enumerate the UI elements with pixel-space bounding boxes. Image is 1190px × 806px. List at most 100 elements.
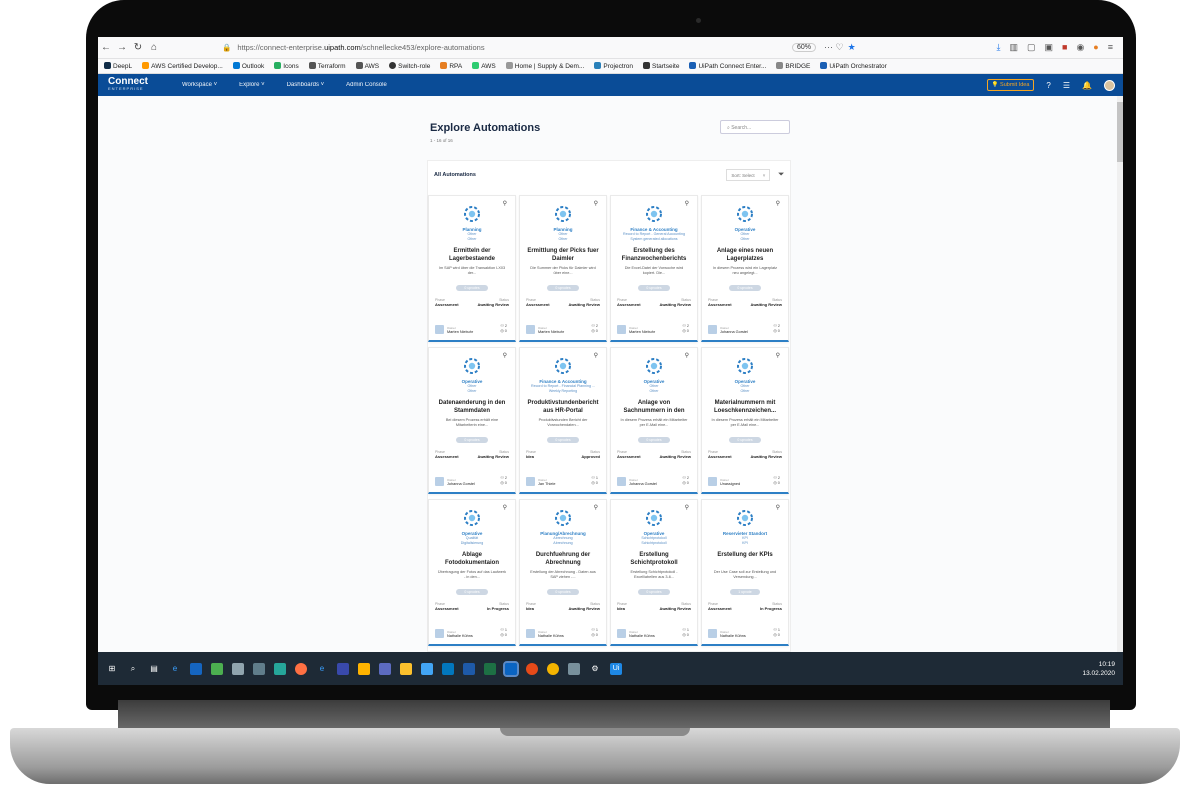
card-subcategory: Other — [558, 237, 568, 241]
pin-icon[interactable]: ⚲ — [685, 352, 689, 359]
account-icon[interactable]: ◉ — [1076, 42, 1084, 53]
uipath-studio-icon[interactable]: Ui — [610, 662, 622, 675]
forward-icon[interactable]: → — [114, 42, 130, 53]
bookmark-item[interactable]: Startseite — [643, 62, 679, 70]
pin-icon[interactable]: ⚲ — [685, 200, 689, 207]
system-clock[interactable]: 10:19 13.02.2020 — [1082, 660, 1123, 678]
bookmark-item[interactable]: UiPath Connect Enter... — [689, 62, 766, 70]
automation-card[interactable]: ⚲ Planung/Abrechnung Abrechnung Abrechnu… — [519, 499, 607, 646]
bookmark-item[interactable]: AWS Certified Develop... — [142, 62, 223, 70]
bookmark-item[interactable]: AWS — [355, 62, 379, 70]
bookmark-item[interactable]: Outlook — [232, 62, 264, 70]
automation-card[interactable]: ⚲ Operative Other Other Datenaenderung i… — [428, 347, 516, 494]
page-actions-icon[interactable]: ··· ♡ — [824, 42, 844, 53]
app-icon[interactable] — [379, 662, 391, 675]
menu-admin-console[interactable]: Admin Console — [346, 82, 387, 88]
automation-card[interactable]: ⚲ Operative Schichtprotokoll Schichtprot… — [610, 499, 698, 646]
word-icon[interactable] — [463, 662, 475, 675]
menu-icon[interactable]: ≡ — [1108, 42, 1113, 53]
automation-card[interactable]: ⚲ Operative Other Other Anlage von Sachn… — [610, 347, 698, 494]
addon-icon[interactable]: ● — [1093, 42, 1098, 53]
chevron-down-icon: ˅ — [762, 173, 766, 178]
page-scrollbar[interactable] — [1117, 96, 1123, 652]
screenshot-icon[interactable]: ▣ — [1044, 42, 1053, 53]
avatar — [526, 629, 535, 638]
pin-icon[interactable]: ⚲ — [776, 200, 780, 207]
bookmark-item[interactable]: DeepL — [104, 62, 132, 70]
bookmark-item[interactable]: RPA — [440, 62, 462, 70]
back-icon[interactable]: ← — [98, 42, 114, 53]
app-icon[interactable] — [337, 662, 349, 675]
zoom-indicator[interactable]: 60% — [792, 43, 817, 52]
task-view-icon[interactable]: ▤ — [148, 663, 160, 675]
download-icon[interactable]: ⤓ — [996, 42, 1000, 53]
tasks-icon[interactable]: ☰ — [1063, 81, 1070, 90]
windows-start-icon[interactable]: ⊞ — [106, 663, 118, 675]
search-input[interactable]: ⌕ Search... — [720, 120, 790, 134]
settings-icon[interactable]: ⚙ — [589, 663, 601, 675]
pin-icon[interactable]: ⚲ — [503, 352, 507, 359]
app-icon[interactable] — [274, 662, 286, 675]
pin-icon[interactable]: ⚲ — [776, 504, 780, 511]
bookmark-item[interactable]: Projectron — [594, 62, 633, 70]
bookmark-star-icon[interactable]: ★ — [848, 42, 856, 53]
app-icon[interactable] — [442, 662, 454, 675]
connect-logo[interactable]: Connect ENTERPRISE — [98, 77, 168, 92]
pin-icon[interactable]: ⚲ — [776, 352, 780, 359]
library-icon[interactable]: ▥ — [1009, 42, 1018, 53]
calculator-icon[interactable] — [253, 662, 265, 675]
sort-select[interactable]: Sort: Select ˅ — [726, 169, 771, 181]
pin-icon[interactable]: ⚲ — [594, 504, 598, 511]
bookmark-item[interactable]: AWS — [472, 62, 496, 70]
scrollbar-thumb[interactable] — [1117, 102, 1123, 162]
extension-icon[interactable]: ■ — [1062, 42, 1067, 53]
app-icon[interactable] — [421, 662, 433, 675]
address-bar[interactable]: 🔒 https://connect-enterprise.uipath.com/… — [222, 41, 782, 55]
filter-icon[interactable]: ⏷ — [778, 171, 784, 179]
sidebar-icon[interactable]: ▢ — [1027, 42, 1036, 53]
home-icon[interactable]: ⌂ — [146, 42, 162, 53]
menu-explore[interactable]: Explore ˅ — [239, 82, 265, 88]
automation-card[interactable]: ⚲ Operative Qualität Digitalisierung Abl… — [428, 499, 516, 646]
pin-icon[interactable]: ⚲ — [685, 504, 689, 511]
pin-icon[interactable]: ⚲ — [594, 200, 598, 207]
bookmark-item[interactable]: BRIDGE — [776, 62, 810, 70]
bookmark-item[interactable]: UiPath Orchestrator — [820, 62, 887, 70]
folder-icon[interactable] — [400, 662, 412, 675]
pin-icon[interactable]: ⚲ — [594, 352, 598, 359]
app-icon[interactable] — [526, 662, 538, 675]
automation-card[interactable]: ⚲ Planning Other Other Ermitteln der Lag… — [428, 195, 516, 342]
ie-icon[interactable]: e — [316, 663, 328, 675]
search-icon[interactable]: ⌕ — [127, 663, 139, 675]
outlook-icon[interactable] — [503, 660, 519, 677]
pin-icon[interactable]: ⚲ — [503, 200, 507, 207]
chrome-icon[interactable] — [547, 662, 559, 675]
edge-icon[interactable]: e — [169, 663, 181, 675]
bookmark-item[interactable]: Terraform — [308, 62, 346, 70]
submit-idea-button[interactable]: 💡 Submit Idea — [986, 79, 1035, 91]
menu-dashboards[interactable]: Dashboards ˅ — [287, 82, 325, 88]
automation-card[interactable]: ⚲ Finance & Accounting Record to Report … — [519, 347, 607, 494]
automation-card[interactable]: ⚲ Reservieter Standort KPI KPI Erstellun… — [701, 499, 789, 646]
notifications-icon[interactable]: 🔔 — [1082, 81, 1092, 90]
app-icon[interactable] — [232, 662, 244, 675]
automation-card[interactable]: ⚲ Operative Other Other Materialnummern … — [701, 347, 789, 494]
reload-icon[interactable]: ↻ — [130, 42, 146, 53]
bookmark-item[interactable]: Icons — [274, 62, 299, 70]
card-owner: Owner Jan Thiele — [526, 477, 555, 486]
pin-icon[interactable]: ⚲ — [503, 504, 507, 511]
app-icon[interactable] — [190, 662, 202, 675]
user-avatar[interactable] — [1104, 79, 1115, 91]
bookmark-item[interactable]: Home | Supply & Dem... — [505, 62, 584, 70]
help-icon[interactable]: ? — [1046, 81, 1050, 90]
automation-card[interactable]: ⚲ Finance & Accounting Record to Report … — [610, 195, 698, 342]
firefox-icon[interactable] — [295, 662, 307, 675]
menu-workspace[interactable]: Workspace ˅ — [182, 82, 217, 88]
automation-card[interactable]: ⚲ Operative Other Other Anlage eines neu… — [701, 195, 789, 342]
app-icon[interactable] — [358, 662, 370, 675]
automation-card[interactable]: ⚲ Planning Other Other Ermittlung der Pi… — [519, 195, 607, 342]
bookmark-item[interactable]: Switch-role — [389, 62, 430, 70]
excel-icon[interactable] — [484, 662, 496, 675]
app-icon[interactable] — [211, 662, 223, 675]
app-icon[interactable] — [568, 662, 580, 675]
